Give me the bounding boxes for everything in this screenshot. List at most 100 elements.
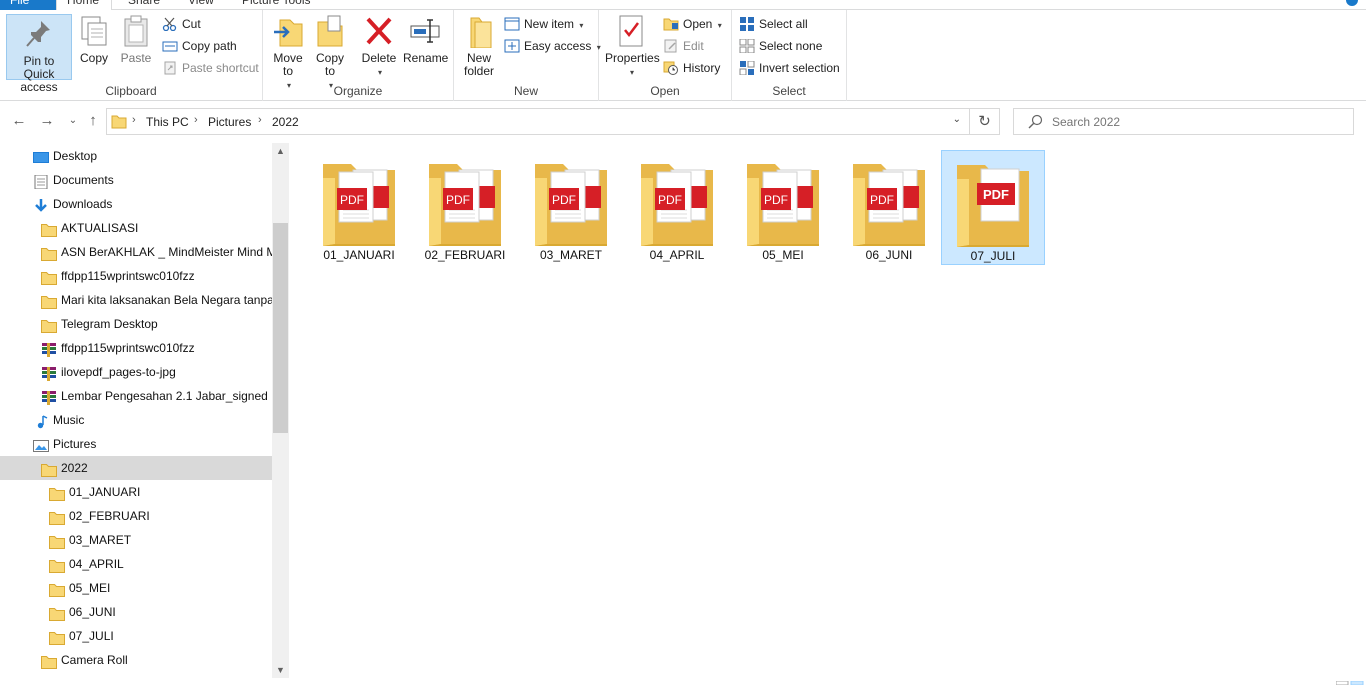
delete-button[interactable]: Delete ▾ (359, 14, 399, 79)
sidebar-item[interactable]: AKTUALISASI (0, 216, 272, 240)
tab-picture-tools[interactable]: Picture Tools (232, 0, 320, 10)
open-button[interactable]: Open ▾ (663, 14, 722, 34)
sidebar-item-label: Camera Roll (61, 653, 128, 667)
copy-button[interactable]: Copy (78, 14, 110, 65)
folder-item[interactable]: PDF 04_APRIL (625, 150, 729, 265)
copy-path-button[interactable]: Copy path (162, 36, 237, 56)
address-dropdown-icon[interactable]: ⌄ (953, 114, 961, 125)
back-arrow-icon[interactable]: ← (10, 112, 28, 130)
sidebar-item-label: ffdpp115wprintswc010fzz (61, 269, 195, 283)
sidebar-item[interactable]: ffdpp115wprintswc010fzz (0, 264, 272, 288)
paste-button[interactable]: Paste (119, 14, 153, 65)
folder-item[interactable]: PDF 06_JUNI (837, 150, 941, 265)
forward-arrow-icon[interactable]: → (38, 112, 56, 130)
up-arrow-icon[interactable]: ↑ (84, 112, 102, 130)
paste-shortcut-label: Paste shortcut (182, 61, 259, 75)
folder-icon (49, 581, 65, 597)
tab-view[interactable]: View (178, 0, 224, 10)
folder-icon (49, 629, 65, 645)
recent-locations-chevron-icon[interactable]: ⌄ (64, 112, 82, 130)
sidebar-item-label: Desktop (53, 149, 98, 163)
sidebar-item[interactable]: Telegram Desktop (0, 312, 272, 336)
rename-button[interactable]: Rename (403, 14, 448, 65)
folder-icon (41, 461, 57, 477)
svg-text:PDF: PDF (870, 193, 894, 207)
invert-selection-button[interactable]: Invert selection (739, 58, 840, 78)
paste-shortcut-button[interactable]: Paste shortcut (162, 58, 259, 78)
archive-icon (41, 341, 57, 357)
folder-item[interactable]: PDF 05_MEI (731, 150, 835, 265)
folder-name: 02_FEBRUARI (424, 248, 506, 262)
sidebar-item[interactable]: 06_JUNI (0, 600, 272, 624)
select-all-button[interactable]: Select all (739, 14, 808, 34)
sidebar-item[interactable]: 2022 (0, 456, 272, 480)
help-icon[interactable] (1346, 0, 1358, 6)
folder-item[interactable]: PDF 03_MARET (519, 150, 623, 265)
sidebar-item[interactable]: ffdpp115wprintswc010fzz (0, 336, 272, 360)
search-input[interactable] (1052, 113, 1342, 131)
breadcrumb-2022[interactable]: 2022 (272, 115, 299, 129)
sidebar-item[interactable]: Documents (0, 168, 272, 192)
easy-access-button[interactable]: Easy access ▾ (504, 36, 601, 56)
tab-file[interactable]: File (0, 0, 56, 10)
sidebar-item[interactable]: 04_APRIL (0, 552, 272, 576)
sidebar-item[interactable]: 07_JULI (0, 624, 272, 648)
folder-item[interactable]: PDF 07_JULI (941, 150, 1045, 265)
sidebar-item-label: ffdpp115wprintswc010fzz (61, 341, 195, 355)
folder-item[interactable]: PDF 02_FEBRUARI (413, 150, 517, 265)
sidebar-item[interactable]: 02_FEBRUARI (0, 504, 272, 528)
sidebar-item[interactable]: 01_JANUARI (0, 480, 272, 504)
sidebar-item[interactable]: Lembar Pengesahan 2.1 Jabar_signed (0, 384, 272, 408)
folder-icon (49, 557, 65, 573)
sidebar-item[interactable]: Camera Roll (0, 648, 272, 672)
new-folder-button[interactable]: New folder (462, 14, 496, 78)
new-item-button[interactable]: New item ▾ (504, 14, 583, 34)
history-button[interactable]: History (663, 58, 720, 78)
scroll-up-icon[interactable]: ▲ (272, 146, 289, 156)
select-group: Select all Select none Invert selection … (732, 10, 847, 101)
cut-button[interactable]: Cut (162, 14, 201, 34)
sidebar-item[interactable]: Desktop (0, 144, 272, 168)
navigation-pane-scrollbar[interactable]: ▲ ▼ (272, 143, 289, 678)
move-to-button[interactable]: Move to ▾ (270, 14, 306, 92)
select-all-icon (740, 17, 754, 31)
pin-icon (26, 21, 50, 47)
search-icon (1028, 114, 1043, 129)
select-none-button[interactable]: Select none (739, 36, 822, 56)
folder-icon (111, 115, 127, 129)
properties-button[interactable]: Properties ▾ (605, 14, 660, 79)
search-box[interactable] (1013, 108, 1354, 135)
folder-name: 04_APRIL (649, 248, 705, 262)
new-item-icon (504, 17, 520, 31)
breadcrumb-pictures[interactable]: Pictures (208, 115, 251, 129)
sidebar-item[interactable]: ilovepdf_pages-to-jpg (0, 360, 272, 384)
view-toggle-icon[interactable] (1336, 681, 1364, 685)
copy-to-button[interactable]: Copy to ▾ (313, 14, 347, 92)
breadcrumb-separator-icon: › (258, 114, 262, 126)
folder-item[interactable]: PDF 01_JANUARI (307, 150, 411, 265)
refresh-icon[interactable]: ↻ (970, 108, 1000, 135)
navigation-bar: ← → ⌄ ↑ › This PC › Pictures › 2022 ⌄ ↻ (0, 102, 1366, 140)
sidebar-item-label: Lembar Pengesahan 2.1 Jabar_signed (61, 389, 268, 403)
new-folder-label: New folder (463, 51, 495, 78)
tab-share[interactable]: Share (118, 0, 170, 10)
scroll-down-icon[interactable]: ▼ (272, 665, 289, 675)
sidebar-item-label: ilovepdf_pages-to-jpg (61, 365, 176, 379)
scrollbar-thumb[interactable] (273, 223, 288, 433)
sidebar-item[interactable]: Downloads (0, 192, 272, 216)
breadcrumb-separator-icon: › (194, 114, 198, 126)
sidebar-item[interactable]: 05_MEI (0, 576, 272, 600)
sidebar-item[interactable]: ASN BerAKHLAK _ MindMeister Mind M (0, 240, 272, 264)
sidebar-item[interactable]: Pictures (0, 432, 272, 456)
sidebar-item[interactable]: Mari kita laksanakan Bela Negara tanpa I (0, 288, 272, 312)
folder-icon (49, 485, 65, 501)
sidebar-item[interactable]: Music (0, 408, 272, 432)
copy-path-icon (162, 41, 178, 52)
pin-to-quick-access-button[interactable]: Pin to Quick access (6, 14, 72, 94)
sidebar-item[interactable]: 03_MARET (0, 528, 272, 552)
pdf-folder-icon: PDF (625, 158, 729, 248)
desktop-icon (33, 149, 49, 163)
breadcrumb-this-pc[interactable]: This PC (146, 115, 189, 129)
edit-button[interactable]: Edit (663, 36, 704, 56)
address-bar[interactable]: › This PC › Pictures › 2022 ⌄ (106, 108, 970, 135)
